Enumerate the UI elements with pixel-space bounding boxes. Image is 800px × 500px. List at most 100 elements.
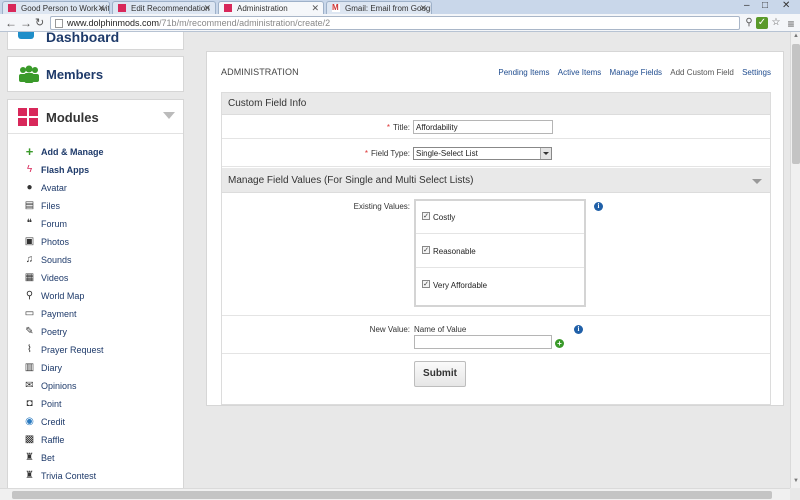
sidebar-item-poetry[interactable]: ✎ Poetry	[8, 323, 183, 341]
new-value-input[interactable]	[414, 335, 552, 349]
close-tab-icon[interactable]: ✕	[419, 3, 427, 14]
field-type-label: * Field Type:	[352, 149, 410, 158]
scroll-thumb[interactable]	[792, 44, 800, 164]
reload-icon[interactable]: ↻	[35, 16, 44, 29]
sidebar-item-credit[interactable]: ◉ Credit	[8, 413, 183, 431]
list-item[interactable]: ✓ Costly	[416, 201, 584, 234]
browser-tab-0[interactable]: Good Person to Work wit ✕	[2, 1, 110, 14]
sidebar-item-point[interactable]: ◘ Point	[8, 395, 183, 413]
menu-icon[interactable]: ≡	[785, 17, 797, 31]
close-tab-icon[interactable]: ✕	[203, 3, 211, 14]
sidebar-item-trivia-contest[interactable]: ♜ Trivia Contest	[8, 467, 183, 485]
checkbox-checked[interactable]: ✓	[422, 280, 430, 288]
browser-toolbar: ← → ↻ www.dolphinmods.com/71b/m/recommen…	[0, 14, 800, 32]
custom-field-form: Custom Field Info *Title: *Field Type: S…	[221, 92, 771, 405]
search-icon[interactable]: ⚲	[743, 17, 755, 29]
section-manage-field-values[interactable]: Manage Field Values (For Single and Mult…	[222, 168, 770, 193]
sidebar-item-raffle[interactable]: ▩ Raffle	[8, 431, 183, 449]
existing-values-row: Existing Values: ✓ Costly ✓ Reasonable ✓…	[222, 193, 770, 316]
required-marker: *	[386, 123, 390, 132]
close-window-icon[interactable]: ✕	[782, 0, 790, 11]
scroll-down-icon[interactable]: ▼	[792, 478, 800, 486]
link-pending-items[interactable]: Pending Items	[498, 68, 549, 77]
sidebar-item-sounds[interactable]: ♫ Sounds	[8, 251, 183, 269]
sidebar-item-bet[interactable]: ♜ Bet	[8, 449, 183, 467]
page-title: ADMINISTRATION	[221, 67, 299, 77]
modules-header[interactable]: Modules	[8, 100, 183, 134]
sidebar-item-add-manage[interactable]: + Add & Manage	[8, 143, 183, 161]
sidebar-item-diary[interactable]: ▥ Diary	[8, 359, 183, 377]
add-value-icon[interactable]: +	[555, 339, 564, 348]
coins-icon: ◉	[25, 416, 34, 427]
modules-card: Modules + Add & Manage ϟ Flash Apps ● Av…	[7, 99, 184, 488]
horizontal-scrollbar[interactable]	[0, 488, 790, 500]
tab-label: Good Person to Work wit	[21, 4, 110, 13]
scroll-up-icon[interactable]: ▲	[792, 33, 800, 41]
submit-button[interactable]: Submit	[414, 361, 466, 387]
section-title: Manage Field Values (For Single and Mult…	[228, 175, 474, 186]
close-tab-icon[interactable]: ✕	[97, 3, 105, 14]
sidebar-item-label: Photos	[41, 237, 70, 247]
bolt-icon: ϟ	[26, 164, 33, 175]
sidebar-item-photos[interactable]: ▣ Photos	[8, 233, 183, 251]
required-marker: *	[364, 149, 369, 158]
sidebar-item-label: Credit	[41, 417, 66, 427]
sidebar-item-avatar[interactable]: ● Avatar	[8, 179, 183, 197]
sidebar-item-files[interactable]: ▤ Files	[8, 197, 183, 215]
checkbox-checked[interactable]: ✓	[422, 212, 430, 220]
vertical-scrollbar[interactable]: ▲ ▼	[790, 32, 800, 488]
minimize-icon[interactable]: –	[744, 0, 750, 11]
dashboard-card[interactable]: Dashboard	[7, 32, 184, 50]
sidebar-item-label: Opinions	[41, 381, 77, 391]
sidebar-item-payment[interactable]: ▭ Payment	[8, 305, 183, 323]
title-input[interactable]	[413, 120, 553, 134]
sidebar-item-label: Prayer Request	[41, 345, 104, 355]
sidebar-item-world-map[interactable]: ⚲ World Map	[8, 287, 183, 305]
browser-tab-1[interactable]: Edit Recommendation ✕	[112, 1, 216, 14]
checkbox-checked[interactable]: ✓	[422, 246, 430, 254]
sidebar-item-label: Diary	[41, 363, 63, 373]
ticket-icon: ▩	[24, 434, 35, 445]
link-add-custom-field: Add Custom Field	[670, 68, 734, 77]
list-item[interactable]: ✓ Reasonable	[416, 235, 584, 268]
extension-icon[interactable]: ✓	[756, 17, 768, 29]
sidebar-item-opinions[interactable]: ✉ Opinions	[8, 377, 183, 395]
members-card[interactable]: Members	[7, 56, 184, 92]
page-icon	[55, 19, 63, 28]
sidebar-item-label: World Map	[41, 291, 85, 301]
collapse-chevron-icon[interactable]	[163, 112, 175, 119]
link-settings[interactable]: Settings	[742, 68, 771, 77]
link-active-items[interactable]: Active Items	[558, 68, 602, 77]
info-icon[interactable]: i	[574, 325, 583, 334]
sidebar-item-label: Bet	[41, 453, 55, 463]
star-icon[interactable]: ☆	[770, 17, 782, 29]
sidebar-item-flash-apps[interactable]: ϟ Flash Apps	[8, 161, 183, 179]
film-icon: ▦	[24, 272, 35, 283]
tab-label: Edit Recommendation	[131, 4, 210, 13]
scroll-thumb[interactable]	[12, 491, 772, 499]
credit-card-icon: ▭	[24, 308, 35, 319]
sidebar-item-forum[interactable]: ❝ Forum	[8, 215, 183, 233]
field-type-row: * Field Type: Single-Select List	[222, 139, 770, 167]
field-type-select[interactable]: Single-Select List	[413, 147, 552, 160]
close-tab-icon[interactable]: ✕	[311, 3, 319, 14]
link-manage-fields[interactable]: Manage Fields	[610, 68, 662, 77]
tab-label: Administration	[237, 4, 288, 13]
field-type-label-text: Field Type:	[371, 149, 410, 158]
collapse-chevron-icon[interactable]	[752, 179, 762, 184]
info-icon[interactable]: i	[594, 202, 603, 211]
main-panel: ADMINISTRATION Pending Items Active Item…	[206, 51, 784, 406]
title-label-text: Title:	[392, 123, 410, 132]
music-icon: ♫	[25, 254, 34, 265]
sidebar-item-prayer-request[interactable]: ⌇ Prayer Request	[8, 341, 183, 359]
sidebar-item-videos[interactable]: ▦ Videos	[8, 269, 183, 287]
list-item[interactable]: ✓ Very Affordable	[416, 269, 584, 302]
browser-tab-2[interactable]: Administration ✕	[218, 1, 324, 14]
back-icon[interactable]: ←	[5, 16, 17, 30]
url-domain: www.dolphinmods.com	[67, 18, 160, 28]
submit-row: Submit	[222, 354, 770, 404]
address-bar[interactable]: www.dolphinmods.com/71b/m/recommend/admi…	[50, 16, 740, 30]
browser-tab-3[interactable]: M Gmail: Email from Google ✕	[326, 1, 432, 14]
forward-icon[interactable]: →	[20, 16, 32, 30]
maximize-icon[interactable]: □	[762, 0, 768, 11]
